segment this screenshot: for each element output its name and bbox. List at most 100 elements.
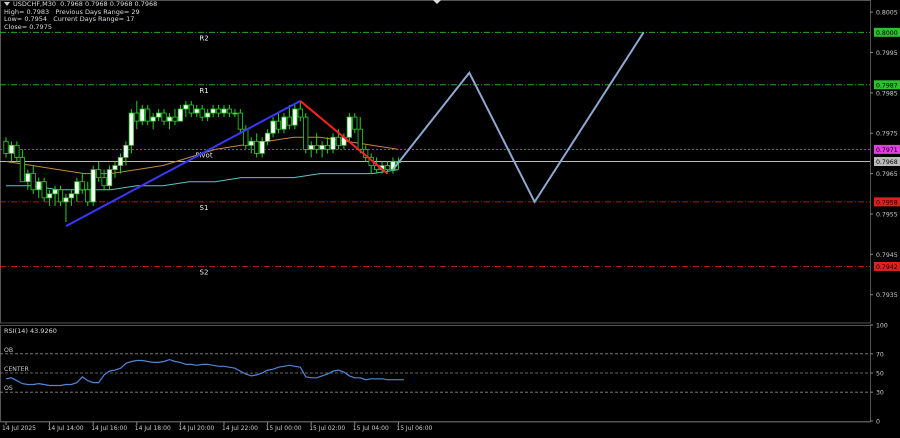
level-name-r1: R1 <box>199 87 208 95</box>
candle-body <box>101 177 107 187</box>
time-tick-label: 15 Jul 02:00 <box>309 425 345 432</box>
price-tag-label-s1: 0.7958 <box>876 199 898 206</box>
price-tick-label: 0.7985 <box>876 90 898 97</box>
chart-canvas: R20.8000R10.7987Pivot0.79710.7968S10.795… <box>0 0 900 432</box>
candle-body <box>117 157 124 166</box>
candle-body <box>106 169 113 187</box>
info-panel: USDCHF,M30 0.7968 0.7968 0.7968 0.7968 H… <box>4 0 157 31</box>
time-tick-label: 14 Jul 20:00 <box>178 425 214 432</box>
scroll-marker-icon[interactable] <box>433 0 441 4</box>
rsi-tick-label: 0 <box>876 419 880 426</box>
price-tag-label-r1: 0.7987 <box>876 82 898 89</box>
candle-body <box>314 144 320 150</box>
candle-body <box>123 144 129 158</box>
candle-body <box>14 144 20 158</box>
candle-body <box>57 189 64 203</box>
candle-body <box>286 116 293 126</box>
rsi-tick-label: 30 <box>876 390 884 397</box>
candle-body <box>264 132 271 142</box>
projection-path <box>392 31 645 204</box>
candle-body <box>297 108 303 118</box>
symbol-dropdown-icon[interactable] <box>4 2 10 6</box>
candle-body <box>8 144 15 154</box>
candle-body <box>330 136 336 150</box>
candle-body <box>155 112 162 118</box>
candle-body <box>303 116 309 150</box>
price-tag-label-r2: 0.8000 <box>876 30 898 37</box>
candle-body <box>25 173 31 183</box>
candle-body <box>210 108 216 114</box>
time-tick-label: 14 Jul 2025 <box>2 425 36 432</box>
level-name-s1: S1 <box>200 204 209 212</box>
rsi-tick-label: 100 <box>876 323 888 330</box>
pivot-levels: R20.8000R10.7987Pivot0.79710.7968S10.795… <box>0 27 900 276</box>
candle-body <box>346 116 352 138</box>
candle-body <box>52 189 58 195</box>
time-tick-label: 14 Jul 22:00 <box>222 425 258 432</box>
candle-body <box>134 112 140 122</box>
time-tick-label: 14 Jul 18:00 <box>135 425 171 432</box>
time-tick-label: 15 Jul 00:00 <box>266 425 302 432</box>
trendline-up <box>65 100 301 227</box>
candle-body <box>47 193 53 199</box>
time-tick-label: 14 Jul 16:00 <box>91 425 127 432</box>
ma-teal-line <box>6 169 399 191</box>
rsi-tick-label: 70 <box>876 351 884 358</box>
candle-body <box>319 144 325 150</box>
level-name-r2: R2 <box>199 34 208 42</box>
rsi-level-label-center: CENTER <box>4 366 30 373</box>
candle-body <box>221 108 227 114</box>
price-tick-label: 0.7935 <box>876 292 898 299</box>
candle-body <box>3 140 9 154</box>
candle-body <box>254 140 260 154</box>
candle-body <box>384 165 391 170</box>
candle-body <box>357 128 363 150</box>
candle-body <box>183 104 189 110</box>
rsi-frame <box>0 325 871 422</box>
candle-body <box>145 108 151 122</box>
candle-body <box>281 116 287 130</box>
candle-body <box>63 197 69 203</box>
rsi-title: RSI(14) 43.9260 <box>4 327 57 335</box>
candle-body <box>166 116 173 122</box>
candle-body <box>275 120 282 130</box>
candle-body <box>324 144 331 150</box>
price-tag-label-pivot: 0.7971 <box>876 147 898 154</box>
candle-body <box>215 108 222 114</box>
grid-layer <box>0 0 871 422</box>
candle-body <box>194 108 200 114</box>
price-tick-label: 0.8005 <box>876 10 898 17</box>
price-tick-label: 0.7955 <box>876 211 898 218</box>
candle-body <box>68 193 74 199</box>
candle-body <box>205 112 211 118</box>
rsi-level-label-ob: OB <box>4 347 13 354</box>
candle-body <box>41 181 47 199</box>
candle-body <box>19 157 25 183</box>
level-name-s2: S2 <box>200 268 209 276</box>
rsi-panel: OB CENTER OS 100 70 50 30 0 <box>0 323 888 426</box>
candle-body <box>90 169 96 203</box>
candle-body <box>96 169 102 179</box>
candle-body <box>237 112 243 130</box>
candle-body <box>30 173 36 191</box>
candle-body <box>85 189 91 203</box>
price-tick-label: 0.7965 <box>876 171 898 178</box>
rsi-tick-label: 50 <box>876 371 884 378</box>
time-tick-label: 14 Jul 14:00 <box>48 425 84 432</box>
candle-body <box>226 108 233 114</box>
rsi-level-label-os: OS <box>4 385 13 392</box>
candle-body <box>232 112 238 115</box>
price-tag-label-current: 0.7968 <box>876 159 898 166</box>
candle-body <box>79 181 85 191</box>
candle-body <box>139 108 145 122</box>
close-value: Close= 0.7975 <box>4 22 52 31</box>
candle-body <box>259 140 265 154</box>
current-days-range: Current Days Range= 17 <box>53 15 135 24</box>
price-tick-label: 0.7945 <box>876 252 898 259</box>
candle-body <box>172 116 178 122</box>
time-tick-label: 15 Jul 04:00 <box>353 425 389 432</box>
candle-body <box>308 144 314 150</box>
candle-body <box>188 104 194 114</box>
time-tick-label: 15 Jul 06:00 <box>396 425 432 432</box>
candle-body <box>161 112 167 122</box>
